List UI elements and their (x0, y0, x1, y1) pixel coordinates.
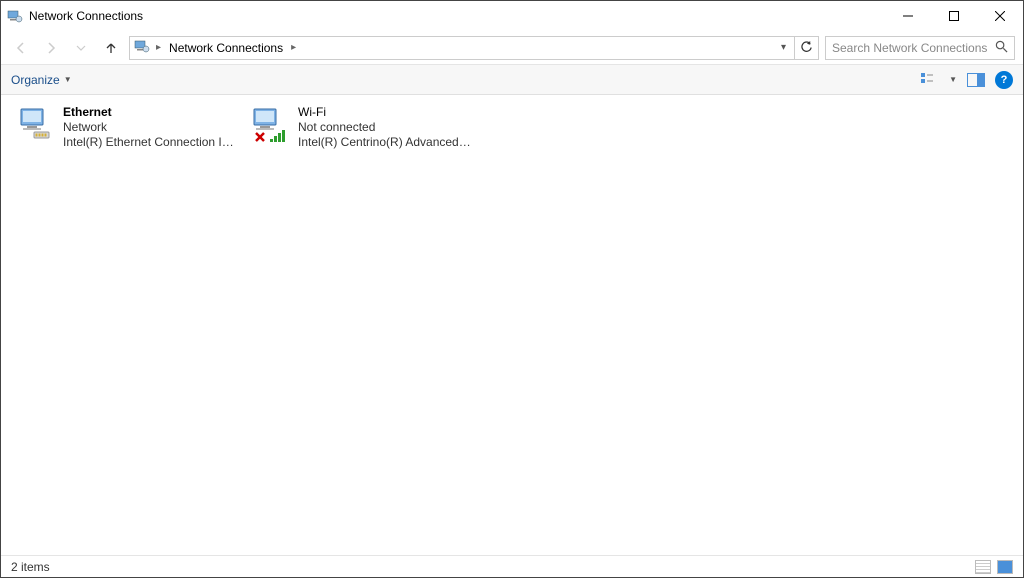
address-bar[interactable]: ▸ Network Connections ▸ ▾ (129, 36, 795, 60)
search-placeholder: Search Network Connections (832, 41, 987, 55)
minimize-button[interactable] (885, 1, 931, 31)
organize-label: Organize (11, 73, 60, 87)
adapter-status: Not connected (298, 120, 471, 135)
content-area[interactable]: Ethernet Network Intel(R) Ethernet Conne… (1, 95, 1023, 555)
chevron-right-icon[interactable]: ▸ (289, 42, 298, 53)
organize-menu[interactable]: Organize ▼ (11, 73, 72, 87)
adapter-name: Wi-Fi (298, 105, 471, 120)
adapter-name: Ethernet (63, 105, 236, 120)
toolbar-view-controls: ▼ ? (921, 71, 1013, 89)
address-history-dropdown[interactable]: ▾ (777, 42, 790, 53)
chevron-down-icon[interactable]: ▼ (949, 75, 957, 84)
adapter-item-wifi[interactable]: Wi-Fi Not connected Intel(R) Centrino(R)… (248, 103, 473, 152)
command-toolbar: Organize ▼ ▼ ? (1, 65, 1023, 95)
details-view-icon[interactable] (975, 560, 991, 574)
wifi-adapter-icon (250, 105, 290, 145)
adapter-device: Intel(R) Ethernet Connection I217... (63, 135, 236, 150)
adapter-item-ethernet[interactable]: Ethernet Network Intel(R) Ethernet Conne… (13, 103, 238, 152)
adapter-status: Network (63, 120, 236, 135)
back-button[interactable] (9, 36, 33, 60)
search-icon (995, 40, 1008, 56)
change-view-button[interactable] (921, 71, 939, 89)
chevron-down-icon: ▼ (64, 75, 72, 84)
window-titlebar: Network Connections (1, 1, 1023, 31)
adapter-device: Intel(R) Centrino(R) Advanced-N ... (298, 135, 471, 150)
ethernet-adapter-icon (15, 105, 55, 145)
preview-pane-button[interactable] (967, 71, 985, 89)
refresh-button[interactable] (795, 36, 819, 60)
search-input[interactable]: Search Network Connections (825, 36, 1015, 60)
address-bar-row: ▸ Network Connections ▸ ▾ Search Network… (1, 31, 1023, 65)
chevron-right-icon[interactable]: ▸ (154, 42, 163, 53)
close-button[interactable] (977, 1, 1023, 31)
maximize-button[interactable] (931, 1, 977, 31)
status-bar: 2 items (1, 555, 1023, 577)
recent-locations-button[interactable] (69, 36, 93, 60)
help-button[interactable]: ? (995, 71, 1013, 89)
breadcrumb-item[interactable]: Network Connections (167, 41, 285, 55)
window-icon (7, 8, 23, 24)
forward-button[interactable] (39, 36, 63, 60)
view-mode-icons (975, 560, 1013, 574)
window-controls (885, 1, 1023, 31)
large-icons-view-icon[interactable] (997, 560, 1013, 574)
window-title: Network Connections (29, 9, 885, 23)
location-icon (134, 38, 150, 57)
up-button[interactable] (99, 36, 123, 60)
item-count: 2 items (11, 560, 50, 574)
